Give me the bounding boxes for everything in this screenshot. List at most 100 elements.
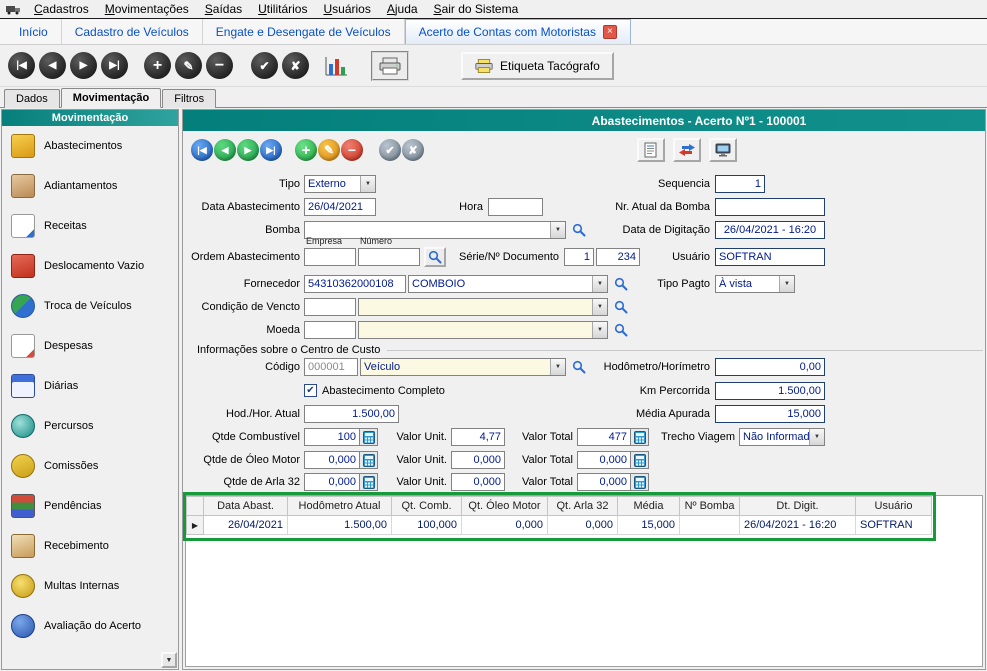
dropdown-icon[interactable]: ▼ (779, 276, 794, 292)
qtde-arla-calculator-icon[interactable] (360, 473, 378, 491)
add-button[interactable]: + (144, 52, 171, 79)
condicao-vencto-code-field[interactable] (304, 298, 356, 316)
nav-next-button[interactable]: ▶ (70, 52, 97, 79)
valor-unit-comb-field[interactable] (451, 428, 505, 446)
etiqueta-tacografo-button[interactable]: Etiqueta Tacógrafo (461, 52, 614, 80)
grid-header-cell[interactable]: Usuário (856, 497, 932, 516)
form-delete-button[interactable]: − (341, 139, 363, 161)
grid-cell[interactable]: 15,000 (618, 516, 680, 535)
grid-header-cell[interactable]: Média (618, 497, 680, 516)
sidebar-item[interactable]: Abastecimentos (2, 126, 178, 166)
valor-unit-oleo-field[interactable] (451, 451, 505, 469)
condicao-vencto-combo[interactable]: ▼ (358, 298, 608, 316)
grid-cell[interactable]: SOFTRAN (856, 516, 932, 535)
tab[interactable]: Acerto de Contas com Motoristas × (405, 19, 631, 44)
menu-item[interactable]: Saídas (197, 1, 250, 17)
nr-atual-bomba-field[interactable] (715, 198, 825, 216)
print-button[interactable] (371, 51, 409, 81)
grid-cell[interactable]: 0,000 (462, 516, 548, 535)
menu-item[interactable]: Movimentações (97, 1, 197, 17)
dropdown-icon[interactable]: ▼ (592, 322, 607, 338)
sidebar-item[interactable]: Recebimento (2, 526, 178, 566)
form-nav-first-button[interactable]: |◀ (191, 139, 213, 161)
usuario-field[interactable] (715, 248, 825, 266)
subtab[interactable]: Filtros (162, 89, 216, 108)
dropdown-icon[interactable]: ▼ (360, 176, 375, 192)
sequencia-field[interactable] (715, 175, 765, 193)
menu-item[interactable]: Usuários (315, 1, 378, 17)
trecho-viagem-combo[interactable]: Não Informado ▼ (739, 428, 825, 446)
delete-button[interactable]: − (206, 52, 233, 79)
edit-button[interactable]: ✎ (175, 52, 202, 79)
sidebar-item[interactable]: Comissões (2, 446, 178, 486)
data-abastecimento-field[interactable] (304, 198, 376, 216)
grid-header-cell[interactable]: Qt. Comb. (392, 497, 462, 516)
sidebar-item[interactable]: Adiantamentos (2, 166, 178, 206)
qtde-combustivel-field[interactable] (304, 428, 360, 446)
grid-cell[interactable]: 0,000 (548, 516, 618, 535)
form-nav-last-button[interactable]: ▶| (260, 139, 282, 161)
sidebar-item[interactable]: Percursos (2, 406, 178, 446)
data-digitacao-field[interactable] (715, 221, 825, 239)
tab-close-icon[interactable]: × (603, 25, 617, 39)
hodometro-horimetro-field[interactable] (715, 358, 825, 376)
codigo-code-field[interactable] (304, 358, 358, 376)
nav-prev-button[interactable]: ◀ (39, 52, 66, 79)
subtab[interactable]: Dados (4, 89, 60, 108)
tab[interactable]: Início × (6, 19, 62, 44)
sidebar-item[interactable]: Receitas (2, 206, 178, 246)
sidebar-item[interactable]: Troca de Veículos (2, 286, 178, 326)
hod-hor-atual-field[interactable] (304, 405, 399, 423)
qtde-oleo-calculator-icon[interactable] (360, 451, 378, 469)
tipo-combo[interactable]: Externo ▼ (304, 175, 376, 193)
grid-header-cell[interactable]: Dt. Digit. (740, 497, 856, 516)
monitor-button[interactable] (709, 138, 737, 162)
grid-header-cell[interactable]: Qt. Arla 32 (548, 497, 618, 516)
grid-cell[interactable] (680, 516, 740, 535)
form-nav-prev-button[interactable]: ◀ (214, 139, 236, 161)
valor-total-comb-calculator-icon[interactable] (631, 428, 649, 446)
grid-cell[interactable]: 26/04/2021 (204, 516, 288, 535)
menu-item[interactable]: Ajuda (379, 1, 426, 17)
form-add-button[interactable]: + (295, 139, 317, 161)
abastecimentos-grid[interactable]: Data Abast.Hodômetro AtualQt. Comb.Qt. Ó… (185, 495, 983, 667)
nav-first-button[interactable]: |◀ (8, 52, 35, 79)
transfer-button[interactable] (673, 138, 701, 162)
nav-last-button[interactable]: ▶| (101, 52, 128, 79)
cancel-button[interactable]: ✘ (282, 52, 309, 79)
menu-item[interactable]: Cadastros (26, 1, 97, 17)
valor-total-oleo-calculator-icon[interactable] (631, 451, 649, 469)
sidebar-item[interactable]: Multas Internas (2, 566, 178, 606)
grid-header-cell[interactable]: Hodômetro Atual (288, 497, 392, 516)
grid-header-cell[interactable]: Data Abast. (204, 497, 288, 516)
grid-header-cell[interactable]: Qt. Óleo Motor (462, 497, 548, 516)
tab[interactable]: Engate e Desengate de Veículos × (203, 19, 405, 44)
moeda-search-icon[interactable] (612, 321, 630, 339)
valor-total-arla-calculator-icon[interactable] (631, 473, 649, 491)
menu-item[interactable]: Utilitários (250, 1, 315, 17)
form-confirm-button[interactable]: ✔ (379, 139, 401, 161)
report-button[interactable] (637, 138, 665, 162)
valor-unit-arla-field[interactable] (451, 473, 505, 491)
grid-header-cell[interactable]: Nº Bomba (680, 497, 740, 516)
grid-row[interactable]: ▶ 26/04/20211.500,00100,0000,0000,00015,… (187, 516, 932, 535)
sidebar-item[interactable]: Diárias (2, 366, 178, 406)
dropdown-icon[interactable]: ▼ (592, 299, 607, 315)
qtde-combustivel-calculator-icon[interactable] (360, 428, 378, 446)
confirm-button[interactable]: ✔ (251, 52, 278, 79)
sidebar-scroll-down-button[interactable]: ▼ (161, 652, 177, 668)
abastecimento-completo-checkbox[interactable]: ✔ (304, 384, 317, 397)
moeda-code-field[interactable] (304, 321, 356, 339)
valor-total-comb-field[interactable] (577, 428, 631, 446)
grid-cell[interactable]: 1.500,00 (288, 516, 392, 535)
condicao-vencto-search-icon[interactable] (612, 298, 630, 316)
valor-total-arla-field[interactable] (577, 473, 631, 491)
grid-cell[interactable]: 26/04/2021 - 16:20 (740, 516, 856, 535)
chart-icon[interactable] (323, 54, 349, 78)
form-edit-button[interactable]: ✎ (318, 139, 340, 161)
ordem-search-button[interactable] (424, 247, 446, 267)
sidebar-item[interactable]: Avaliação do Acerto (2, 606, 178, 646)
form-nav-next-button[interactable]: ▶ (237, 139, 259, 161)
ordem-empresa-field[interactable] (304, 248, 356, 266)
subtab[interactable]: Movimentação (61, 88, 161, 108)
